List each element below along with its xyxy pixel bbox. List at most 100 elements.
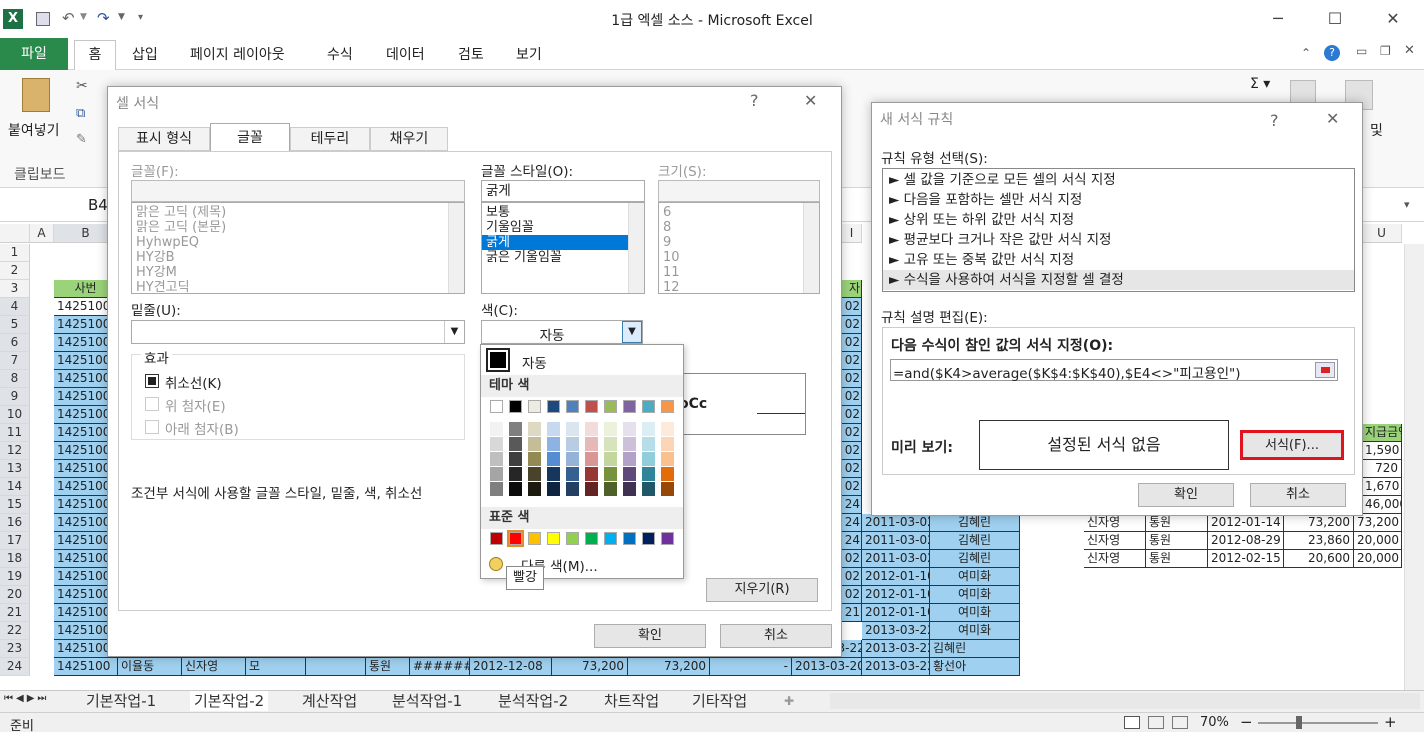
right-value-cell[interactable]: 1,670 xyxy=(1362,478,1402,496)
row23-cell[interactable]: 2013-03-22 xyxy=(862,640,930,658)
name-cell[interactable]: 여미화 xyxy=(930,586,1020,604)
format-painter-icon[interactable]: ✎ xyxy=(76,132,87,147)
zoom-slider-thumb[interactable] xyxy=(1296,716,1302,729)
theme-shade-swatch[interactable] xyxy=(623,467,636,481)
row24-cell[interactable]: 2013-03-22 xyxy=(862,658,930,676)
theme-shade-swatch[interactable] xyxy=(642,482,655,496)
standard-color-swatch[interactable] xyxy=(528,532,541,545)
new-rule-help-button[interactable]: ? xyxy=(1270,111,1279,130)
vertical-scrollbar[interactable] xyxy=(1404,244,1424,690)
sum-icon[interactable]: Σ ▾ xyxy=(1250,76,1270,92)
maximize-button[interactable]: ☐ xyxy=(1312,4,1358,34)
theme-color-swatch[interactable] xyxy=(623,400,636,413)
col-i-cell[interactable]: 02 xyxy=(842,334,862,352)
rule-type-item[interactable]: ► 고유 또는 중복 값만 서식 지정 xyxy=(883,250,1354,270)
theme-shade-swatch[interactable] xyxy=(623,452,636,466)
theme-shade-swatch[interactable] xyxy=(547,437,560,451)
sheet-tab-etc[interactable]: 기타작업 xyxy=(692,691,747,711)
date-cell[interactable]: 2011-03-02 xyxy=(862,550,930,568)
right-table-cell[interactable]: 신자영 xyxy=(1084,550,1146,568)
theme-shade-swatch[interactable] xyxy=(490,467,503,481)
color-select[interactable]: 자동 ▼ xyxy=(481,320,643,344)
row24-cell[interactable]: 73,200 xyxy=(552,658,628,676)
standard-color-swatch[interactable] xyxy=(642,532,655,545)
tab-number[interactable]: 표시 형식 xyxy=(118,127,210,151)
row-header[interactable]: 15 xyxy=(0,496,30,514)
theme-color-swatch[interactable] xyxy=(661,400,674,413)
font-style-item[interactable]: 보통 xyxy=(482,205,644,220)
theme-shade-swatch[interactable] xyxy=(604,452,617,466)
right-table-cell[interactable]: 통원 xyxy=(1146,550,1208,568)
theme-shade-swatch[interactable] xyxy=(490,437,503,451)
col-i-cell[interactable]: 24 xyxy=(842,496,862,514)
standard-color-red-selected[interactable] xyxy=(507,530,524,547)
font-style-item[interactable]: 기울임꼴 xyxy=(482,220,644,235)
zoom-in-icon[interactable]: + xyxy=(1384,713,1397,731)
theme-shade-swatch[interactable] xyxy=(661,467,674,481)
date-cell[interactable]: 2011-03-02 xyxy=(862,532,930,550)
theme-shade-swatch[interactable] xyxy=(490,482,503,496)
select-all-corner[interactable] xyxy=(0,224,30,243)
new-rule-close-button[interactable]: ✕ xyxy=(1326,109,1339,128)
date-cell[interactable]: 2012-01-10 xyxy=(862,586,930,604)
column-header-a[interactable]: A xyxy=(30,224,54,243)
row24-cell[interactable]: ######## xyxy=(410,658,470,676)
theme-shade-swatch[interactable] xyxy=(528,452,541,466)
clear-button[interactable]: 지우기(R) xyxy=(706,578,818,602)
rule-type-item[interactable]: ► 다음을 포함하는 셀만 서식 지정 xyxy=(883,190,1354,210)
minimize-ribbon-icon[interactable]: ⌃ xyxy=(1301,46,1311,60)
size-list-item[interactable]: 11 xyxy=(659,265,819,280)
format-button[interactable]: 서식(F)... xyxy=(1240,430,1344,460)
theme-color-swatch[interactable] xyxy=(566,400,579,413)
normal-view-icon[interactable] xyxy=(1124,716,1140,729)
name-box[interactable]: B4 xyxy=(88,196,108,214)
col-i-cell[interactable]: 02 xyxy=(842,442,862,460)
theme-color-swatch[interactable] xyxy=(528,400,541,413)
tab-home[interactable]: 홈 xyxy=(74,40,116,71)
theme-shade-swatch[interactable] xyxy=(509,437,522,451)
theme-shade-swatch[interactable] xyxy=(509,422,522,436)
name-cell[interactable]: 여미화 xyxy=(930,568,1020,586)
right-table-cell[interactable]: 통원 xyxy=(1146,532,1208,550)
theme-shade-swatch[interactable] xyxy=(661,482,674,496)
theme-shade-swatch[interactable] xyxy=(604,422,617,436)
theme-color-swatch[interactable] xyxy=(547,400,560,413)
row24-cell[interactable] xyxy=(306,658,366,676)
row-header[interactable]: 14 xyxy=(0,478,30,496)
font-list-item[interactable]: HY견고딕 xyxy=(132,280,464,293)
workbook-minimize-icon[interactable]: ▭ xyxy=(1356,44,1367,58)
theme-shade-swatch[interactable] xyxy=(566,422,579,436)
name-cell[interactable]: 김혜린 xyxy=(930,514,1020,532)
zoom-level[interactable]: 70% xyxy=(1200,715,1229,730)
minimize-button[interactable]: ─ xyxy=(1255,4,1301,34)
standard-color-swatch[interactable] xyxy=(547,532,560,545)
superscript-checkbox[interactable] xyxy=(145,397,159,411)
row-header[interactable]: 2 xyxy=(0,262,30,280)
tab-formulas[interactable]: 수식 xyxy=(327,44,353,64)
row24-cell[interactable]: 신자영 xyxy=(182,658,246,676)
theme-shade-swatch[interactable] xyxy=(566,482,579,496)
col-i-cell[interactable]: 02 xyxy=(842,550,862,568)
row-header[interactable]: 11 xyxy=(0,424,30,442)
col-i-cell[interactable]: 24 xyxy=(842,514,862,532)
sheet-tab-basic-1[interactable]: 기본작업-1 xyxy=(86,691,156,711)
date-cell[interactable]: 2011-03-02 xyxy=(862,514,930,532)
row-header[interactable]: 17 xyxy=(0,532,30,550)
font-list[interactable]: 맑은 고딕 (제목) 맑은 고딕 (본문) HyhwpEQ HY강B HY강M HY견고딕 xyxy=(131,202,465,294)
row-header[interactable]: 21 xyxy=(0,604,30,622)
color-dropdown-icon[interactable]: ▼ xyxy=(622,321,642,343)
theme-shade-swatch[interactable] xyxy=(528,437,541,451)
theme-shade-swatch[interactable] xyxy=(566,437,579,451)
copy-icon[interactable]: ⧉ xyxy=(76,106,85,121)
font-style-item-selected[interactable]: 굵게 xyxy=(482,235,628,250)
theme-shade-swatch[interactable] xyxy=(528,422,541,436)
row24-cell[interactable]: 통원 xyxy=(366,658,410,676)
name-cell[interactable]: 여미화 xyxy=(930,604,1020,622)
col-i-cell[interactable]: 02 xyxy=(842,298,862,316)
horizontal-scrollbar[interactable] xyxy=(830,693,1420,709)
theme-color-swatch[interactable] xyxy=(509,400,522,413)
size-list-item[interactable]: 10 xyxy=(659,250,819,265)
insert-sheet-icon[interactable]: ✚ xyxy=(784,694,794,708)
tab-review[interactable]: 검토 xyxy=(458,44,484,64)
underline-select[interactable]: ▼ xyxy=(131,320,465,344)
